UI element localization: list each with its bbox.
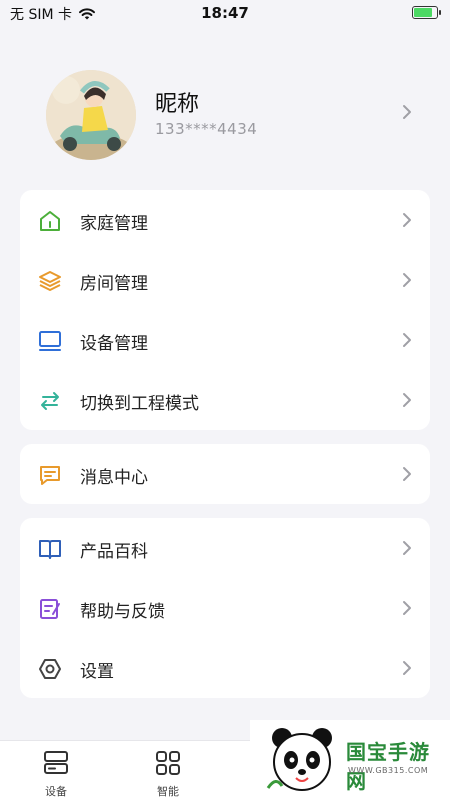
chevron-right-icon [403, 333, 411, 347]
menu-label: 消息中心 [80, 468, 148, 488]
menu-item-family-management[interactable]: 家庭管理 [20, 190, 430, 250]
chevron-right-icon [403, 601, 411, 615]
menu-item-product-wiki[interactable]: 产品百科 [20, 518, 430, 578]
management-card: 家庭管理 房间管理 设备管理 切换到工程模式 [20, 190, 430, 430]
chevron-right-icon [403, 213, 411, 227]
layers-icon [39, 271, 61, 291]
watermark-text: 国宝手游网 [346, 740, 430, 793]
panda-logo-icon [266, 728, 332, 791]
switch-icon [41, 392, 59, 410]
device-icon [39, 331, 61, 351]
chevron-right-icon [403, 393, 411, 407]
feedback-icon [40, 599, 60, 619]
menu-item-message-center[interactable]: 消息中心 [20, 444, 430, 504]
avatar[interactable] [46, 70, 136, 160]
avatar-image [46, 70, 136, 160]
tab-label: 智能 [157, 785, 179, 798]
book-icon [39, 540, 61, 559]
clock: 18:47 [201, 4, 249, 22]
nickname: 昵称 [155, 92, 200, 117]
menu-item-switch-engineering-mode[interactable]: 切换到工程模式 [20, 370, 430, 430]
watermark: 国宝手游网 WWW.GB315.COM [250, 720, 450, 800]
settings-icon [39, 659, 61, 679]
battery-fill [414, 8, 432, 17]
menu-label: 家庭管理 [80, 214, 148, 234]
menu-item-room-management[interactable]: 房间管理 [20, 250, 430, 310]
chevron-right-icon [403, 273, 411, 287]
status-bar: 无 SIM 卡 18:47 [0, 0, 450, 28]
tab-smart[interactable]: 智能 [128, 749, 208, 799]
message-icon [40, 466, 60, 485]
menu-item-device-management[interactable]: 设备管理 [20, 310, 430, 370]
menu-label: 房间管理 [80, 274, 148, 294]
chevron-right-icon [403, 661, 411, 675]
menu-item-help-feedback[interactable]: 帮助与反馈 [20, 578, 430, 638]
watermark-url: WWW.GB315.COM [348, 766, 429, 775]
profile-header[interactable]: 昵称 133****4434 [0, 70, 450, 160]
tab-label: 设备 [45, 785, 67, 798]
menu-label: 产品百科 [80, 542, 148, 562]
menu-item-settings[interactable]: 设置 [20, 638, 430, 698]
menu-label: 设备管理 [80, 334, 148, 354]
menu-label: 切换到工程模式 [80, 394, 199, 414]
chevron-right-icon [403, 467, 411, 481]
tab-devices[interactable]: 设备 [16, 749, 96, 799]
menu-label: 帮助与反馈 [80, 602, 165, 622]
menu-label: 设置 [80, 662, 114, 682]
smart-grid-icon [156, 751, 180, 775]
phone-number: 133****4434 [155, 120, 258, 138]
home-icon [40, 211, 60, 231]
chevron-right-icon [403, 541, 411, 555]
device-tab-icon [44, 751, 68, 774]
battery-icon [412, 6, 441, 19]
chevron-right-icon[interactable] [402, 104, 412, 120]
message-card: 消息中心 [20, 444, 430, 504]
support-card: 产品百科 帮助与反馈 设置 [20, 518, 430, 698]
